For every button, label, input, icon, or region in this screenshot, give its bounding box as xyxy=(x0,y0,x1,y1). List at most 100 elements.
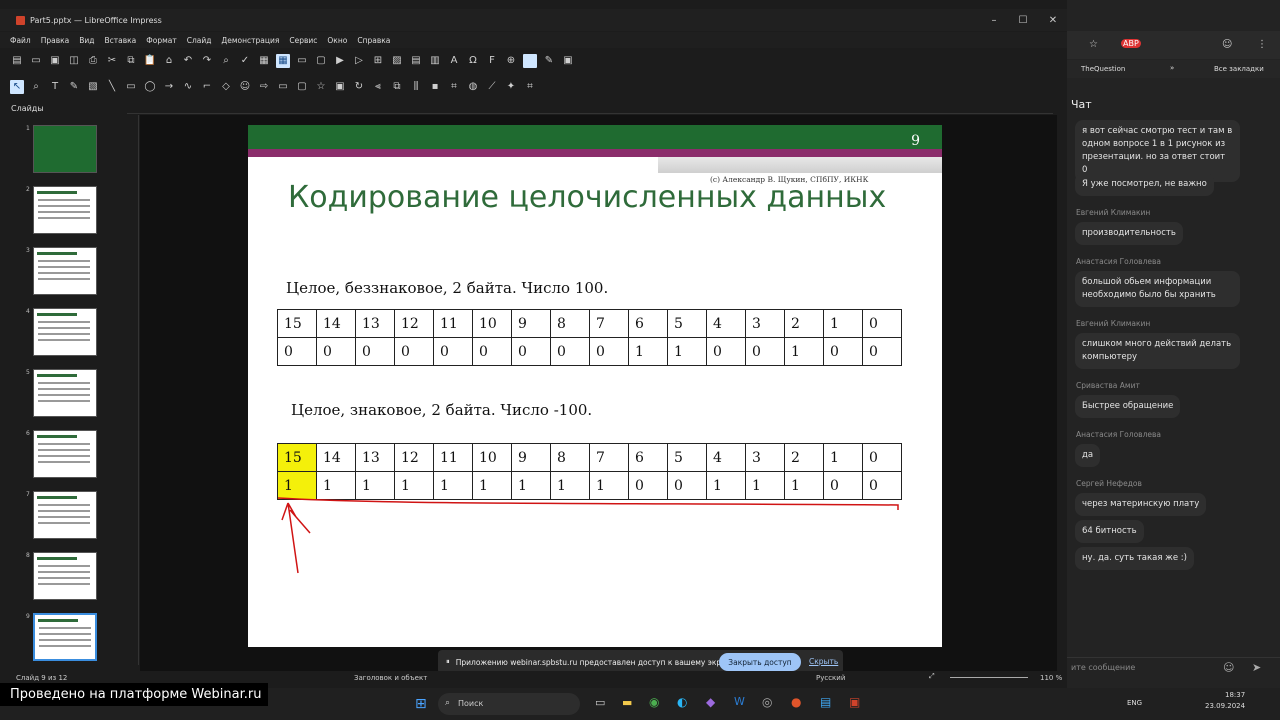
bit-value-cell[interactable]: 0 xyxy=(277,337,317,366)
language-status[interactable]: Русский xyxy=(816,674,845,682)
menu-view[interactable]: Вид xyxy=(79,36,94,45)
bit-index-cell[interactable]: 7 xyxy=(589,443,629,472)
bit-value-cell[interactable]: 1 xyxy=(784,337,824,366)
bit-value-cell[interactable]: 0 xyxy=(511,337,551,366)
hide-share-bar-link[interactable]: Скрыть xyxy=(809,657,838,666)
vs-icon[interactable]: ◆ xyxy=(706,695,715,709)
slide-thumbnail[interactable] xyxy=(33,491,97,539)
bit-value-cell[interactable]: 1 xyxy=(316,471,356,500)
bit-value-cell[interactable]: 0 xyxy=(316,337,356,366)
zoom-slider[interactable] xyxy=(950,677,1028,678)
redo-icon[interactable]: ↷ xyxy=(200,54,214,68)
save-icon[interactable]: ▣ xyxy=(48,54,62,68)
bit-index-cell[interactable]: 11 xyxy=(433,309,473,338)
bit-index-cell[interactable]: 10 xyxy=(472,443,512,472)
send-icon[interactable]: ➤ xyxy=(1252,661,1261,674)
bit-value-cell[interactable]: 1 xyxy=(394,471,434,500)
display-views-icon[interactable]: ▭ xyxy=(295,54,309,68)
emoji-icon[interactable]: ☺ xyxy=(1223,661,1234,674)
line-color-icon[interactable]: ✎ xyxy=(67,80,81,94)
bit-value-cell[interactable]: 0 xyxy=(862,471,902,500)
bit-value-cell[interactable]: 1 xyxy=(433,471,473,500)
display-grid-icon[interactable]: ▦ xyxy=(257,54,271,68)
show-draw-functions-icon[interactable]: ✎ xyxy=(542,54,556,68)
slide-thumbnail[interactable] xyxy=(33,125,97,173)
bit-index-cell[interactable]: 2 xyxy=(784,309,824,338)
bit-index-cell[interactable]: 8 xyxy=(550,309,590,338)
input-language[interactable]: ENG xyxy=(1127,699,1142,707)
bit-index-cell[interactable]: 8 xyxy=(550,443,590,472)
bit-value-cell[interactable]: 0 xyxy=(355,337,395,366)
menu-icon[interactable]: ⋮ xyxy=(1257,39,1267,50)
minimize-button[interactable]: – xyxy=(979,9,1009,31)
bit-index-cell[interactable]: 7 xyxy=(589,309,629,338)
new-icon[interactable]: ▤ xyxy=(10,54,24,68)
filter-icon[interactable]: ◍ xyxy=(466,80,480,94)
powerpoint-icon[interactable]: ● xyxy=(791,695,801,709)
bit-value-cell[interactable]: 0 xyxy=(823,337,863,366)
bit-index-cell[interactable]: 12 xyxy=(394,443,434,472)
spelling-icon[interactable]: ✓ xyxy=(238,54,252,68)
curve-icon[interactable]: ∿ xyxy=(181,80,195,94)
copy-icon[interactable]: ⧉ xyxy=(124,54,138,68)
bit-value-cell[interactable]: 1 xyxy=(628,337,668,366)
slide-thumbnail[interactable] xyxy=(33,247,97,295)
star-icon[interactable]: ☆ xyxy=(1089,39,1098,50)
bit-index-cell[interactable]: 14 xyxy=(316,443,356,472)
slide-title[interactable]: Кодирование целочисленных данных xyxy=(288,181,888,215)
open-icon[interactable]: ▭ xyxy=(29,54,43,68)
bit-index-cell[interactable]: 3 xyxy=(745,309,785,338)
bit-value-cell[interactable]: 0 xyxy=(589,337,629,366)
symbol-shapes-icon[interactable]: ☺ xyxy=(238,80,252,94)
chart-icon[interactable]: ▥ xyxy=(428,54,442,68)
bit-index-cell[interactable]: 9 xyxy=(511,309,551,338)
chat-input[interactable]: ите сообщение ☺ ➤ xyxy=(1067,657,1280,677)
start-current-icon[interactable]: ▷ xyxy=(352,54,366,68)
snap-grid-icon[interactable]: ▦ xyxy=(276,54,290,68)
bit-index-cell[interactable]: 1 xyxy=(823,309,863,338)
chrome-icon[interactable]: ◉ xyxy=(649,695,659,709)
menu-help[interactable]: Справка xyxy=(357,36,390,45)
align-icon[interactable]: ⫷ xyxy=(371,80,385,94)
fontwork-icon[interactable]: F xyxy=(485,54,499,68)
rectangle-icon[interactable]: ▭ xyxy=(124,80,138,94)
menu-insert[interactable]: Вставка xyxy=(105,36,137,45)
bit-index-cell[interactable]: 0 xyxy=(862,443,902,472)
bit-index-cell[interactable]: 6 xyxy=(628,443,668,472)
zoom-icon[interactable]: ⌕ xyxy=(29,80,43,94)
bit-index-cell[interactable]: 9 xyxy=(511,443,551,472)
extension-icon[interactable]: ABP xyxy=(1121,39,1141,48)
bit-value-cell[interactable]: 1 xyxy=(277,471,317,500)
bit-value-cell[interactable]: 0 xyxy=(394,337,434,366)
flowchart-icon[interactable]: ▭ xyxy=(276,80,290,94)
toggle-extrusion-icon[interactable]: ⌗ xyxy=(523,80,537,94)
bit-index-cell[interactable]: 2 xyxy=(784,443,824,472)
bit-index-cell[interactable]: 5 xyxy=(667,443,707,472)
app-icon-2[interactable]: ◎ xyxy=(762,695,772,709)
chevron-right-icon[interactable]: » xyxy=(1170,64,1174,72)
bit-index-cell[interactable]: 3 xyxy=(745,443,785,472)
menu-edit[interactable]: Правка xyxy=(41,36,70,45)
notes-icon[interactable]: ▤ xyxy=(820,695,831,709)
callout-icon[interactable]: ▢ xyxy=(295,80,309,94)
profile-icon[interactable]: ☺ xyxy=(1222,39,1232,50)
menu-tools[interactable]: Сервис xyxy=(289,36,317,45)
export-pdf-icon[interactable]: ◫ xyxy=(67,54,81,68)
bit-value-cell[interactable]: 1 xyxy=(667,337,707,366)
slide-thumbnail[interactable] xyxy=(33,613,97,661)
bits-table-unsigned[interactable]: 15 14 13 12 11 10 9 8 7 6 5 4 3 2 1 0 0 0 0 0 0 0 0 0 0 1 1 0 0 1 0 0 xyxy=(277,309,902,366)
crop-icon[interactable]: ⌗ xyxy=(447,80,461,94)
menu-window[interactable]: Окно xyxy=(327,36,347,45)
bookmark-thequestion[interactable]: TheQuestion xyxy=(1081,65,1125,73)
slide-thumbnail[interactable] xyxy=(33,369,97,417)
menu-file[interactable]: Файл xyxy=(10,36,31,45)
points-icon[interactable]: ⟋ xyxy=(485,80,499,94)
glue-points-icon[interactable]: ✦ xyxy=(504,80,518,94)
bit-index-cell[interactable]: 11 xyxy=(433,443,473,472)
bit-index-cell[interactable]: 13 xyxy=(355,309,395,338)
table-icon[interactable]: ⊞ xyxy=(371,54,385,68)
bit-index-cell[interactable]: 15 xyxy=(277,309,317,338)
cut-icon[interactable]: ✂ xyxy=(105,54,119,68)
bit-index-cell[interactable]: 14 xyxy=(316,309,356,338)
menu-slideshow[interactable]: Демонстрация xyxy=(221,36,279,45)
